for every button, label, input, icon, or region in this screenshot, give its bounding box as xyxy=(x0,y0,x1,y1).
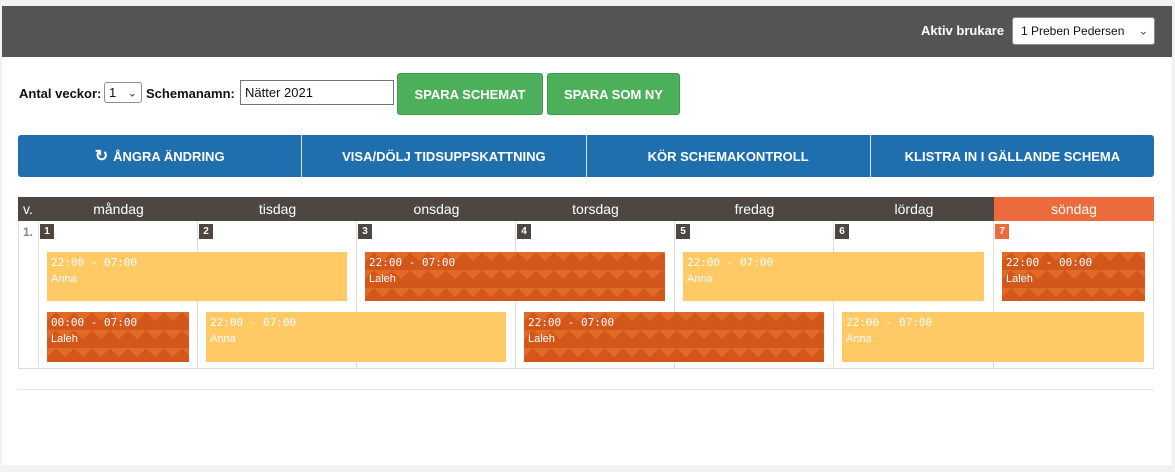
shift-person: Anna xyxy=(51,273,77,285)
active-user-value: 1 Preben Pedersen xyxy=(1021,24,1125,38)
day-number-badge: 7 xyxy=(995,224,1009,239)
day-number-badge: 2 xyxy=(199,224,213,239)
weeks-value: 1 xyxy=(109,85,117,100)
day-number-badge: 1 xyxy=(40,224,54,239)
day-header-friday: fredag xyxy=(675,197,834,221)
shift-person: Anna xyxy=(210,333,236,345)
shift-person: Anna xyxy=(846,333,872,345)
shift-block[interactable]: 22:00 - 07:00 Anna xyxy=(47,252,347,301)
day-header-sunday: söndag xyxy=(994,197,1154,221)
shift-person: Laleh xyxy=(1006,273,1033,285)
toggle-estimate-button[interactable]: VISA/DÖLJ TIDSUPPSKATTNING xyxy=(302,135,587,177)
shift-block[interactable]: 22:00 - 07:00 Laleh xyxy=(365,252,665,301)
shift-time: 22:00 - 00:00 xyxy=(1006,256,1093,269)
paste-schedule-button[interactable]: KLISTRA IN I GÄLLANDE SCHEMA xyxy=(870,135,1154,177)
shift-block[interactable]: 22:00 - 00:00 Laleh xyxy=(1002,252,1145,301)
day-number-badge: 4 xyxy=(517,224,531,239)
day-header-wednesday: onsdag xyxy=(357,197,516,221)
day-header-tuesday: tisdag xyxy=(198,197,357,221)
day-number-badge: 6 xyxy=(835,224,849,239)
save-schedule-button[interactable]: SPARA SCHEMAT xyxy=(397,73,543,115)
save-as-new-button[interactable]: SPARA SOM NY xyxy=(547,73,680,115)
day-header-monday: måndag xyxy=(39,197,198,221)
active-user-select[interactable]: 1 Preben Pedersen ⌄ xyxy=(1012,17,1155,45)
schedule-name-input[interactable] xyxy=(240,80,394,105)
chevron-down-icon: ⌄ xyxy=(127,87,137,99)
week-column-header: v. xyxy=(18,197,39,221)
shift-time: 22:00 - 07:00 xyxy=(210,316,297,329)
shift-time: 22:00 - 07:00 xyxy=(687,256,774,269)
shift-block[interactable]: 22:00 - 07:00 Anna xyxy=(206,312,506,362)
undo-icon: ↻ xyxy=(94,148,109,165)
shift-block[interactable]: 00:00 - 07:00 Laleh xyxy=(47,312,189,362)
action-bar: ↻ ÅNGRA ÄNDRING VISA/DÖLJ TIDSUPPSKATTNI… xyxy=(18,135,1154,177)
top-bar: Aktiv brukare xyxy=(2,6,1172,57)
column-divider xyxy=(38,221,39,369)
shift-time: 22:00 - 07:00 xyxy=(51,256,138,269)
shift-time: 22:00 - 07:00 xyxy=(528,316,615,329)
shift-person: Laleh xyxy=(528,333,555,345)
schedule-name-label: Schemanamn: xyxy=(146,86,235,101)
shift-block[interactable]: 22:00 - 07:00 Laleh xyxy=(524,312,824,362)
shift-block[interactable]: 22:00 - 07:00 Anna xyxy=(683,252,984,301)
shift-time: 22:00 - 07:00 xyxy=(369,256,456,269)
run-check-button[interactable]: KÖR SCHEMAKONTROLL xyxy=(586,135,871,177)
weeks-label: Antal veckor: xyxy=(19,86,102,101)
day-header-thursday: torsdag xyxy=(516,197,675,221)
day-number-badge: 3 xyxy=(358,224,372,239)
day-number-badge: 5 xyxy=(676,224,690,239)
undo-label: ÅNGRA ÄNDRING xyxy=(113,148,225,164)
shift-person: Laleh xyxy=(369,273,396,285)
day-header-saturday: lördag xyxy=(834,197,994,221)
divider xyxy=(18,389,1154,390)
week-number-label: 1. xyxy=(23,225,34,239)
shift-block[interactable]: 22:00 - 07:00 Anna xyxy=(842,312,1144,362)
undo-button[interactable]: ↻ ÅNGRA ÄNDRING xyxy=(18,135,303,177)
shift-time: 22:00 - 07:00 xyxy=(846,316,933,329)
shift-person: Laleh xyxy=(51,333,78,345)
weeks-select[interactable]: 1 ⌄ xyxy=(104,82,142,103)
chevron-down-icon: ⌄ xyxy=(1138,25,1148,38)
active-user-label: Aktiv brukare xyxy=(921,23,1005,38)
shift-time: 00:00 - 07:00 xyxy=(51,316,138,329)
shift-person: Anna xyxy=(687,273,713,285)
